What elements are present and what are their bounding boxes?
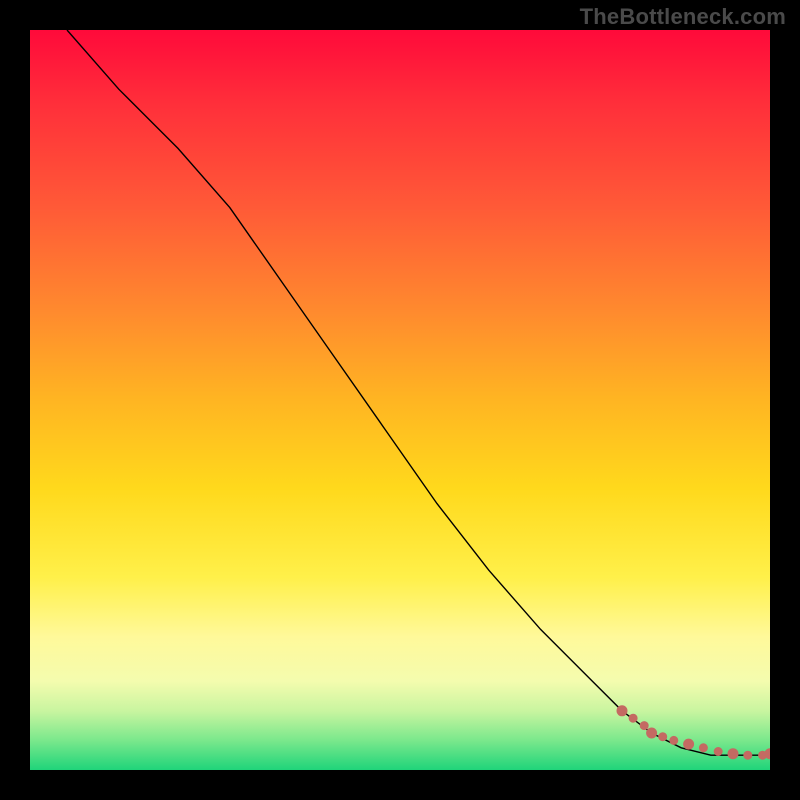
chart-stage: TheBottleneck.com xyxy=(0,0,800,800)
scatter-dot xyxy=(659,733,667,741)
plot-area xyxy=(30,30,770,770)
scatter-dot xyxy=(640,722,648,730)
scatter-dot xyxy=(744,751,752,759)
watermark-text: TheBottleneck.com xyxy=(580,4,786,30)
scatter-dot xyxy=(647,728,657,738)
scatter-dot xyxy=(617,706,627,716)
chart-overlay xyxy=(30,30,770,770)
scatter-dot xyxy=(728,749,738,759)
scatter-dot xyxy=(670,736,678,744)
scatter-dot xyxy=(699,744,707,752)
scatter-dot xyxy=(629,714,637,722)
scatter-dot xyxy=(714,748,722,756)
bottleneck-curve xyxy=(67,30,770,755)
scatter-dot xyxy=(684,739,694,749)
